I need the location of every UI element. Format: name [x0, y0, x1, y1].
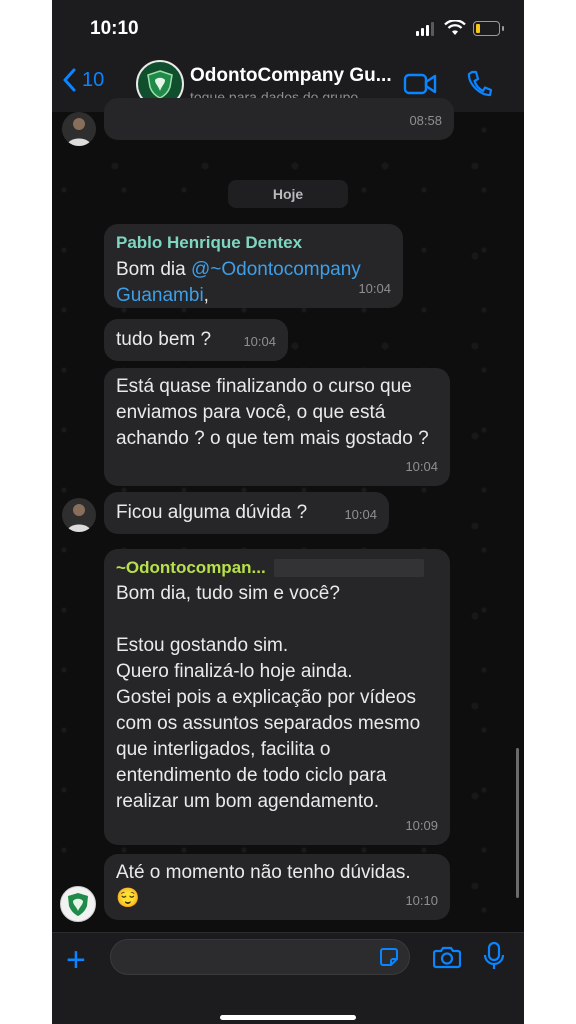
- message-text: Está quase finalizando o curso que envia…: [116, 376, 429, 449]
- battery-icon: [473, 21, 504, 36]
- date-separator: Hoje: [228, 180, 348, 208]
- message-time: 10:10: [405, 893, 438, 908]
- message-text-line: Quero finalizá-lo hoje ainda.: [116, 661, 353, 682]
- cellular-signal-icon: [416, 22, 436, 36]
- redacted-phone-number: [273, 559, 424, 577]
- message-text-line: Gostei pois a explicação por vídeos com …: [116, 687, 421, 812]
- message-text: Ficou alguma dúvida ?: [116, 502, 308, 523]
- sender-avatar[interactable]: [62, 498, 96, 532]
- home-indicator[interactable]: [220, 1015, 356, 1020]
- message-bubble[interactable]: 08:58: [104, 98, 454, 140]
- status-bar: 10:10: [52, 0, 524, 58]
- message-time: 10:04: [405, 459, 438, 474]
- message-time: 10:04: [344, 507, 377, 522]
- message-bubble[interactable]: Está quase finalizando o curso que envia…: [104, 368, 450, 486]
- message-bubble[interactable]: Ficou alguma dúvida ? 10:04: [104, 492, 389, 534]
- message-bubble[interactable]: ~Odontocompan... Bom dia, tudo sim e voc…: [104, 549, 450, 845]
- message-input-bar: +: [52, 932, 524, 1024]
- phone-call-icon[interactable]: [466, 70, 492, 98]
- message-text-line: Bom dia, tudo sim e você?: [116, 583, 340, 604]
- video-call-icon[interactable]: [403, 72, 437, 96]
- chevron-left-icon: [63, 68, 76, 92]
- message-time: 08:58: [409, 113, 442, 128]
- sticker-icon[interactable]: [379, 947, 399, 967]
- sender-avatar[interactable]: [62, 112, 96, 146]
- back-unread-count: 10: [82, 68, 105, 91]
- camera-icon[interactable]: [433, 945, 461, 969]
- status-time: 10:10: [90, 18, 139, 39]
- message-list[interactable]: 08:58 Hoje Pablo Henrique Dentex Bom dia…: [52, 98, 524, 932]
- shield-logo-icon: [68, 893, 88, 916]
- microphone-icon[interactable]: [483, 941, 505, 971]
- message-time: 10:04: [243, 334, 276, 349]
- message-text: Bom dia: [116, 259, 191, 280]
- message-sender[interactable]: Pablo Henrique Dentex: [116, 230, 391, 256]
- message-sender[interactable]: ~Odontocompan...: [116, 555, 266, 581]
- sender-avatar[interactable]: [60, 886, 96, 922]
- wifi-icon: [444, 20, 466, 35]
- message-bubble[interactable]: Até o momento não tenho dúvidas. 😌 10:10: [104, 854, 450, 920]
- message-text-line: Estou gostando sim.: [116, 635, 289, 656]
- shield-logo-icon: [147, 70, 173, 99]
- back-button[interactable]: 10: [62, 68, 104, 92]
- phone-screen: 10:10 10 OdontoCompany Gu... toque para …: [52, 0, 524, 1024]
- message-text-suffix: ,: [203, 285, 209, 306]
- message-bubble[interactable]: tudo bem ? 10:04: [104, 319, 288, 361]
- message-input[interactable]: [110, 939, 410, 975]
- chat-title[interactable]: OdontoCompany Gu...: [190, 65, 392, 87]
- attach-plus-button[interactable]: +: [66, 943, 86, 977]
- message-text: tudo bem ?: [116, 329, 212, 350]
- message-time: 10:09: [405, 818, 438, 833]
- message-time: 10:04: [358, 281, 391, 296]
- message-text: Até o momento não tenho dúvidas.: [116, 862, 411, 883]
- scrollbar[interactable]: [516, 748, 519, 898]
- relieved-face-emoji: 😌: [116, 888, 140, 909]
- message-bubble[interactable]: Pablo Henrique Dentex Bom dia @~Odontoco…: [104, 224, 403, 308]
